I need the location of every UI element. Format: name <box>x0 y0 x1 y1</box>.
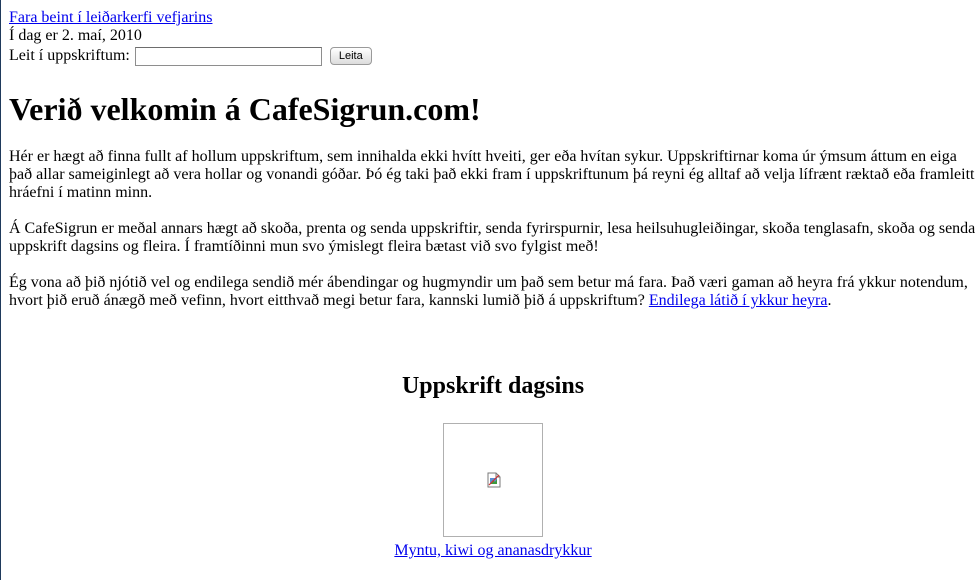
broken-image-icon <box>487 472 501 488</box>
intro-paragraph-1: Hér er hægt að finna fullt af hollum upp… <box>9 148 975 201</box>
search-label: Leit í uppskriftum: <box>9 47 130 64</box>
skip-to-navigation-link[interactable]: Fara beint í leiðarkerfi vefjarins <box>9 9 212 26</box>
recipe-of-the-day-title: Uppskrift dagsins <box>401 373 585 399</box>
recipe-of-the-day: Uppskrift dagsins Myntu, kiwi og ananasd… <box>9 372 977 560</box>
welcome-heading: Verið velkomin á CafeSigrun.com! <box>9 91 481 127</box>
window-edge <box>0 0 1 580</box>
contact-link[interactable]: Endilega látið í ykkur heyra <box>649 292 828 309</box>
search-input[interactable] <box>134 46 322 66</box>
page-content: Fara beint í leiðarkerfi vefjarins Í dag… <box>9 9 977 560</box>
recipe-link[interactable]: Myntu, kiwi og ananasdrykkur <box>394 542 591 559</box>
skip-nav-row: Fara beint í leiðarkerfi vefjarins <box>9 9 977 27</box>
search-form: Leit í uppskriftum: Leita <box>9 45 977 67</box>
intro-paragraph-3-end: . <box>827 292 832 309</box>
intro-paragraph-3: Ég vona að þið njótið vel og endilega se… <box>9 274 977 310</box>
intro-paragraph-2: Á CafeSigrun er meðal annars hægt að sko… <box>9 220 976 255</box>
search-button[interactable]: Leita <box>329 47 372 65</box>
date-line: Í dag er 2. maí, 2010 <box>9 27 142 44</box>
recipe-image[interactable] <box>443 423 543 537</box>
